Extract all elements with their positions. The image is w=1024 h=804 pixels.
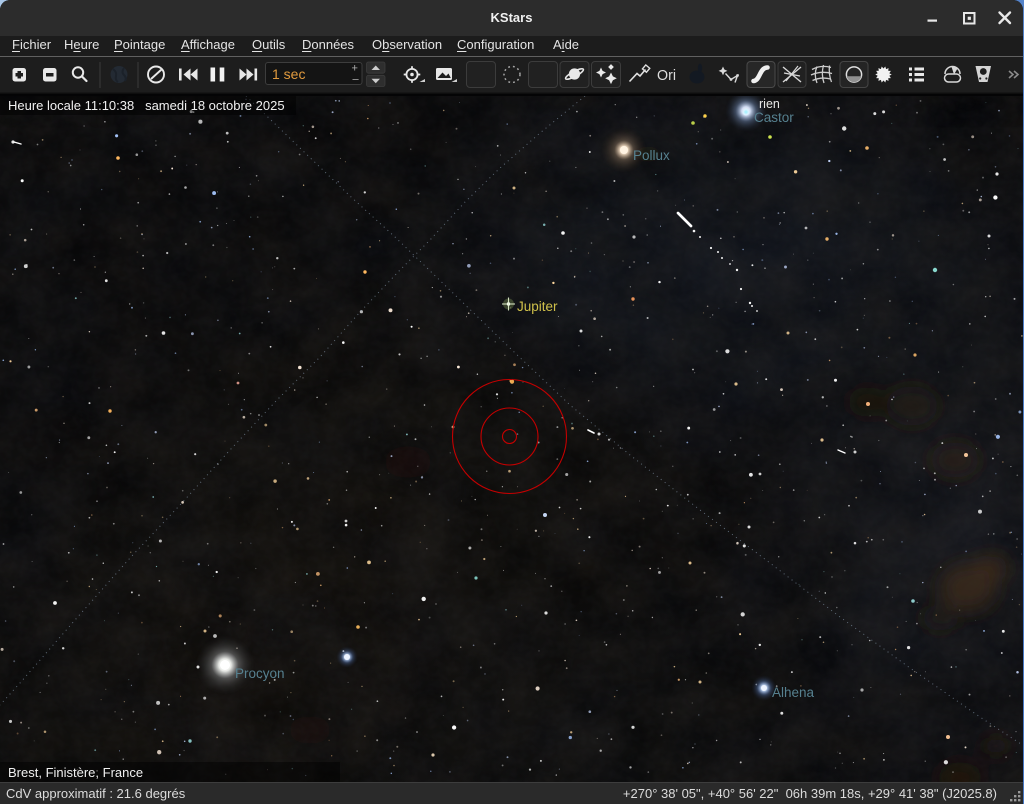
svg-text:Castor: Castor: [754, 110, 794, 125]
svg-text:1 sec: 1 sec: [272, 66, 305, 82]
svg-text:Ori: Ori: [657, 68, 676, 84]
svg-text:Heure locale 11:10:38 samedi: Heure locale 11:10:38 samedi 18 octobre …: [8, 98, 285, 113]
svg-text:Procyon: Procyon: [235, 666, 285, 681]
svg-text:Alhena: Alhena: [772, 685, 815, 700]
svg-text:Pollux: Pollux: [633, 148, 670, 163]
svg-text:rien: rien: [759, 97, 780, 111]
svg-text:–: –: [353, 74, 360, 86]
svg-text:Jupiter: Jupiter: [517, 299, 558, 314]
svg-text:Brest, Finistère, France: Brest, Finistère, France: [8, 765, 143, 780]
